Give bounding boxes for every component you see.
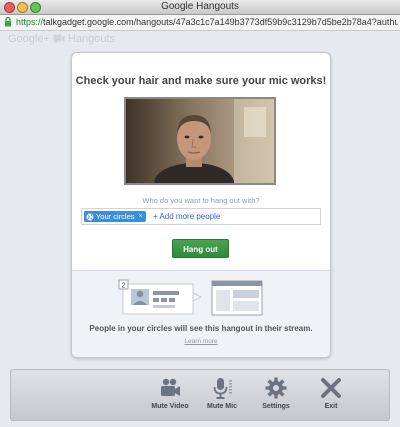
mute-mic-button[interactable]: Mute Mic [197, 376, 247, 410]
app-header: Google+ Hangouts [8, 33, 115, 45]
stream-illustration: 2 [118, 279, 263, 316]
window-titlebar: Google Hangouts [0, 0, 400, 15]
mute-video-label: Mute Video [151, 403, 189, 410]
hangouts-icon [53, 34, 65, 44]
hangout-toolbar: Mute Video Mute Mic Settings Exit [10, 369, 390, 421]
setup-card: Check your hair and make sure your mic w… [71, 52, 331, 358]
svg-text:2: 2 [122, 283, 126, 290]
your-circles-chip[interactable]: Your circles × [84, 211, 146, 222]
invite-field[interactable]: Your circles × + Add more people [81, 208, 321, 225]
globe-icon [86, 213, 94, 220]
gear-icon [265, 377, 287, 399]
remove-chip-icon[interactable]: × [139, 211, 143, 222]
chip-label: Your circles [96, 212, 135, 221]
window-title: Google Hangouts [161, 1, 239, 12]
lock-icon [5, 17, 11, 27]
hang-out-button[interactable]: Hang out [172, 239, 229, 258]
mute-video-button[interactable]: Mute Video [145, 376, 195, 410]
camera-preview-image [126, 99, 274, 183]
card-title: Check your hair and make sure your mic w… [75, 75, 327, 87]
exit-x-icon [321, 378, 341, 398]
learn-more-link[interactable]: Learn more [72, 338, 330, 345]
url-text[interactable]: https://talkgadget.google.com/hangouts/4… [16, 17, 398, 27]
stream-info-panel: 2 People in your circles will see this h… [72, 270, 330, 357]
camera-preview [124, 97, 276, 185]
microphone-icon [213, 378, 232, 399]
exit-button[interactable]: Exit [306, 376, 356, 410]
mute-mic-label: Mute Mic [207, 403, 237, 410]
invite-question: Who do you want to hang out with? [142, 196, 260, 205]
settings-button[interactable]: Settings [251, 376, 301, 410]
video-camera-icon [161, 378, 180, 396]
stream-notice: People in your circles will see this han… [89, 324, 313, 333]
address-bar[interactable]: https://talkgadget.google.com/hangouts/4… [0, 15, 400, 31]
add-more-people-link[interactable]: + Add more people [153, 212, 220, 221]
exit-label: Exit [324, 403, 338, 410]
google-plus-brand: Google+ [8, 33, 50, 45]
hangouts-brand: Hangouts [67, 33, 115, 45]
settings-label: Settings [262, 403, 290, 410]
